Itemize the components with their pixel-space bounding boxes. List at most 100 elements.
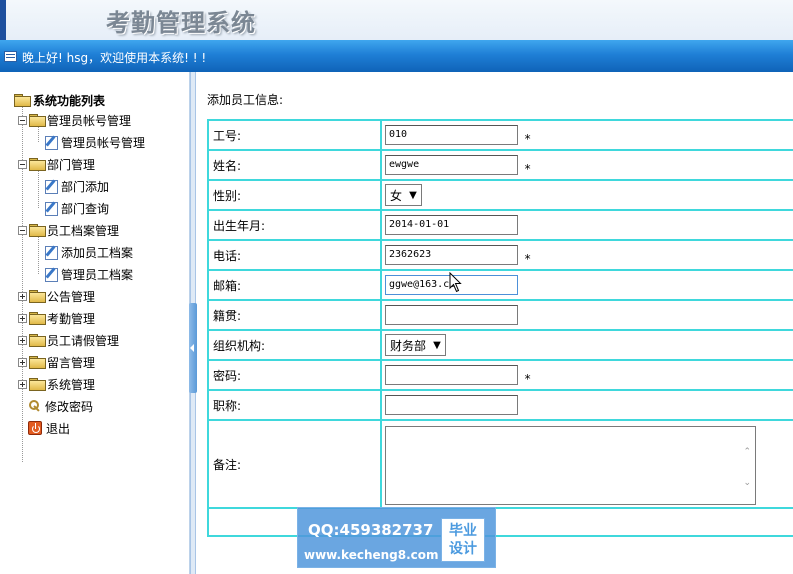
form-row-hometown: 籍贯: [207, 299, 793, 331]
form-heading: 添加员工信息: [207, 93, 284, 107]
app-title: 考勤管理系统 [106, 8, 256, 37]
tree-collapse-icon[interactable] [18, 225, 27, 235]
welcome-text: 晚上好! hsg，欢迎使用本系统! ! ! [22, 51, 207, 65]
tree-expand-icon[interactable] [18, 313, 27, 323]
tree-expand-icon[interactable] [18, 335, 27, 345]
sidebar-item-system[interactable]: 系统管理 [18, 374, 95, 394]
sidebar-item-label: 公告管理 [47, 289, 96, 304]
field-cell [380, 389, 793, 421]
sidebar-link-add-department[interactable]: 部门添加 [44, 176, 109, 196]
sidebar-item-messages[interactable]: 留言管理 [18, 352, 95, 372]
sidebar-item-label: 员工请假管理 [47, 333, 120, 348]
required-marker: * [524, 371, 532, 386]
form-row-title: 职称: [207, 389, 793, 421]
folder-icon [29, 224, 46, 237]
tree-expand-icon[interactable] [18, 379, 27, 389]
organization-select[interactable]: 财务部 ▼ [385, 334, 447, 356]
gender-select[interactable]: 女 ▼ [385, 184, 423, 206]
form-row-employee-id: 工号: 010 * [207, 119, 793, 151]
watermark-badge: 毕业 设计 [441, 518, 485, 562]
sidebar-link-logout[interactable]: 退出 [28, 418, 70, 438]
field-label: 电话: [207, 239, 382, 271]
form-actions-cell [207, 507, 793, 537]
field-label: 姓名: [207, 149, 382, 181]
scroll-up-icon[interactable]: ⌃ [743, 447, 751, 457]
tree-guide-line [38, 170, 39, 208]
required-marker: * [524, 131, 532, 146]
hometown-input[interactable] [385, 305, 518, 325]
sidebar-tree: 系统功能列表 管理员帐号管理 管理员帐号管理 部门管理 部门添加 部门查询 员工… [0, 72, 190, 574]
sidebar-item-label: 管理员帐号管理 [47, 113, 132, 128]
welcome-bar: 晚上好! hsg，欢迎使用本系统! ! ! [0, 40, 793, 72]
app-header: 考勤管理系统 [0, 0, 793, 40]
field-cell: ⌃ ⌄ [380, 419, 793, 509]
organization-select-value: 财务部 [390, 338, 427, 353]
form-row-email: 邮箱: ggwe@163.co [207, 269, 793, 301]
sidebar-link-change-password[interactable]: 修改密码 [28, 396, 93, 416]
watermark-qq: QQ:459382737 [308, 521, 434, 539]
watermark-badge-line2: 设计 [449, 541, 477, 557]
edit-document-icon [44, 179, 58, 194]
sidebar-link-query-department[interactable]: 部门查询 [44, 198, 109, 218]
field-cell: 2014-01-01 [380, 209, 793, 241]
sidebar-item-attendance[interactable]: 考勤管理 [18, 308, 95, 328]
field-label: 备注: [207, 419, 382, 509]
folder-icon [14, 94, 31, 107]
sidebar-link-add-employee[interactable]: 添加员工档案 [44, 242, 133, 262]
form-row-gender: 性别: 女 ▼ [207, 179, 793, 211]
sidebar-item-announcements[interactable]: 公告管理 [18, 286, 95, 306]
folder-icon [29, 356, 46, 369]
form-row-actions [207, 507, 793, 537]
form-row-phone: 电话: 2362623 * [207, 239, 793, 271]
gender-select-value: 女 [390, 188, 403, 203]
tree-collapse-icon[interactable] [18, 115, 27, 125]
tree-expand-icon[interactable] [18, 291, 27, 301]
form-row-remark: 备注: ⌃ ⌄ [207, 419, 793, 509]
watermark: QQ:459382737 www.kecheng8.com 毕业 设计 [297, 507, 496, 568]
sidebar-link-label: 部门添加 [61, 179, 110, 194]
mouse-cursor-icon [449, 272, 462, 293]
field-cell: 女 ▼ [380, 179, 793, 211]
sidebar-item-label: 员工档案管理 [47, 223, 120, 238]
field-cell [380, 299, 793, 331]
field-label: 职称: [207, 389, 382, 421]
sidebar-link-label: 管理员工档案 [61, 267, 134, 282]
sidebar-item-employee-records[interactable]: 员工档案管理 [18, 220, 119, 240]
sidebar-item-departments[interactable]: 部门管理 [18, 154, 95, 174]
field-label: 工号: [207, 119, 382, 151]
field-label: 出生年月: [207, 209, 382, 241]
tree-root[interactable]: 系统功能列表 [14, 90, 105, 110]
password-input[interactable] [385, 365, 518, 385]
field-label: 密码: [207, 359, 382, 391]
birth-date-input[interactable]: 2014-01-01 [385, 215, 518, 235]
form-row-organization: 组织机构: 财务部 ▼ [207, 329, 793, 361]
edit-document-icon [44, 201, 58, 216]
field-cell: 2362623 * [380, 239, 793, 271]
tree-expand-icon[interactable] [18, 357, 27, 367]
employee-form-table: 工号: 010 * 姓名: ewgwe * 性别: 女 ▼ 出生年月: 2014-0… [207, 119, 793, 537]
sidebar-link-manage-employees[interactable]: 管理员工档案 [44, 264, 133, 284]
tree-collapse-icon[interactable] [18, 159, 27, 169]
watermark-badge-line1: 毕业 [449, 523, 477, 539]
sidebar-link-admin-accounts[interactable]: 管理员帐号管理 [44, 132, 145, 152]
remark-textarea[interactable]: ⌃ ⌄ [385, 425, 756, 505]
scroll-down-icon[interactable]: ⌄ [743, 478, 751, 488]
job-title-input[interactable] [385, 395, 518, 415]
sidebar-item-leave-management[interactable]: 员工请假管理 [18, 330, 119, 350]
sidebar-item-admin-accounts[interactable]: 管理员帐号管理 [18, 110, 131, 130]
phone-input[interactable]: 2362623 [385, 245, 518, 265]
watermark-site: www.kecheng8.com [304, 548, 439, 562]
required-marker: * [524, 161, 532, 176]
folder-icon [29, 158, 46, 171]
sidebar-item-label: 系统管理 [47, 377, 96, 392]
field-cell: ewgwe * [380, 149, 793, 181]
form-row-birth: 出生年月: 2014-01-01 [207, 209, 793, 241]
name-input[interactable]: ewgwe [385, 155, 518, 175]
required-marker: * [524, 251, 532, 266]
folder-icon [29, 334, 46, 347]
sidebar-item-label: 部门管理 [47, 157, 96, 172]
sidebar-item-label: 留言管理 [47, 355, 96, 370]
employee-id-input[interactable]: 010 [385, 125, 518, 145]
collapse-sidebar-handle[interactable] [189, 303, 197, 393]
folder-icon [29, 312, 46, 325]
